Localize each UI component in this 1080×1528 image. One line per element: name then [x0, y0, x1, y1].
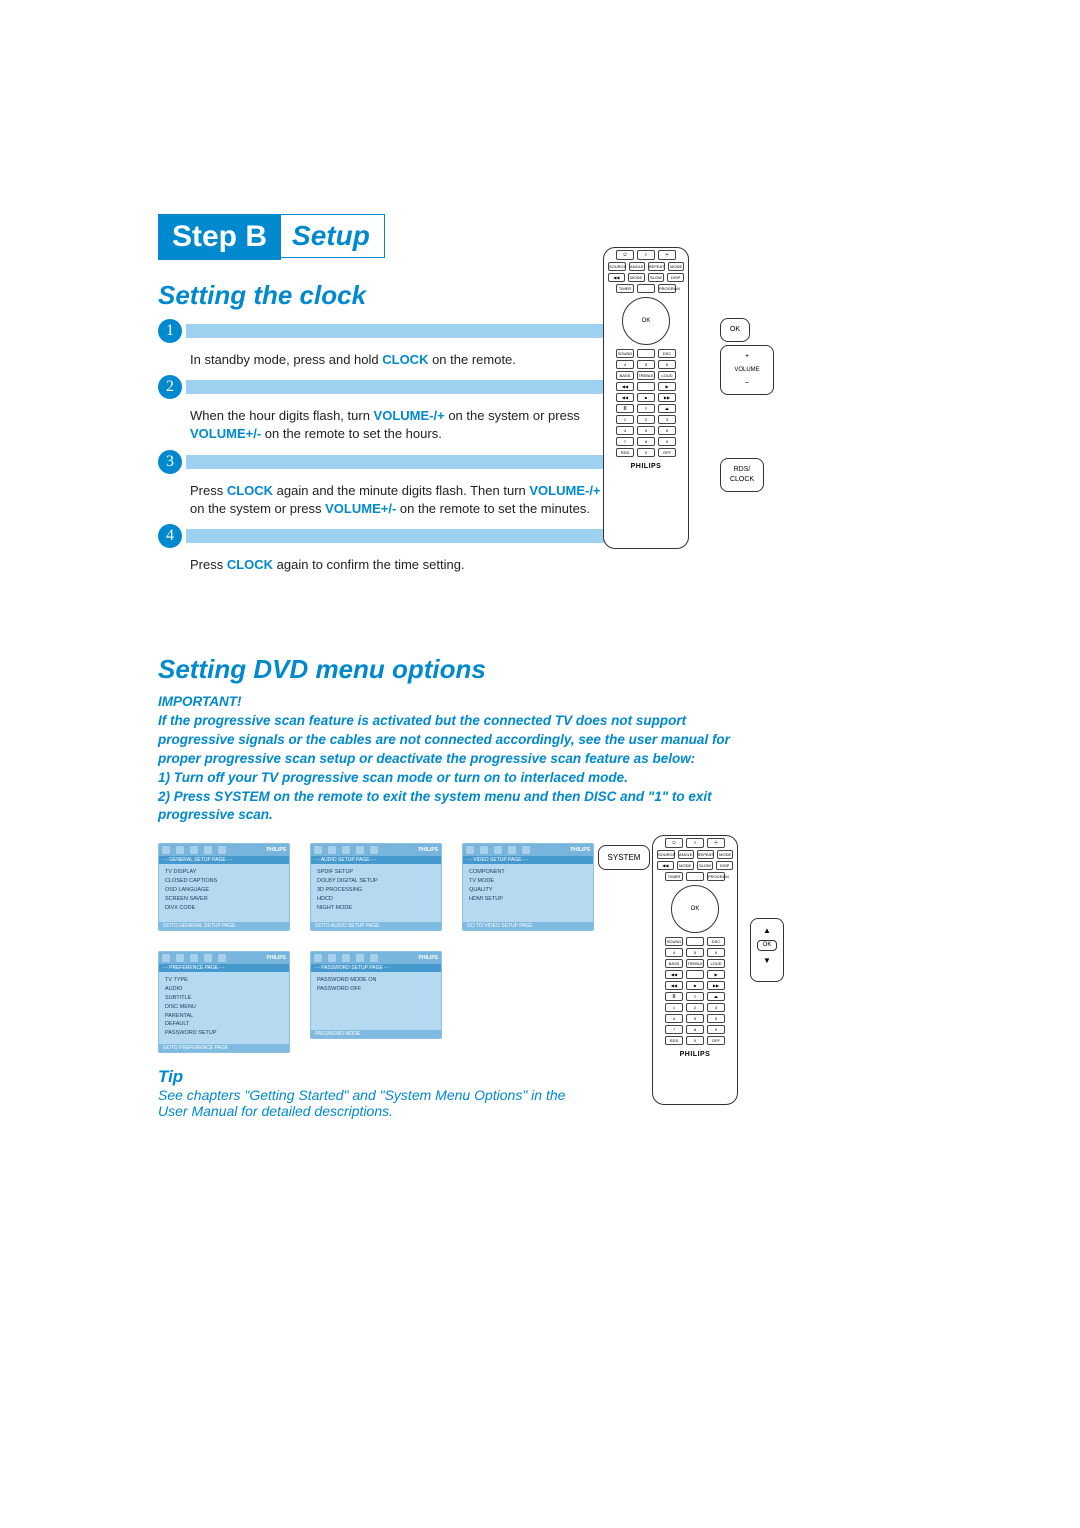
- step-row: 3: [158, 450, 918, 474]
- important-block: IMPORTANT! If the progressive scan featu…: [158, 693, 758, 825]
- volume-minus: –: [725, 378, 769, 388]
- callout-volume: + VOLUME –: [720, 345, 774, 395]
- volume-label: VOLUME: [725, 366, 769, 374]
- step-row: 4: [158, 524, 918, 548]
- step-text: In standby mode, press and hold CLOCK on…: [190, 351, 610, 369]
- step-text: When the hour digits flash, turn VOLUME-…: [190, 407, 610, 443]
- step-number: 2: [158, 375, 182, 399]
- section1-title: Setting the clock: [158, 280, 918, 311]
- step-number: 3: [158, 450, 182, 474]
- callout-dpad-ok: ▲ OK ▼: [750, 918, 784, 982]
- step-bar: [186, 455, 606, 469]
- callout-rds-clock: RDS/ CLOCK: [720, 458, 764, 492]
- menu-screenshots: PHILIPS- - GENERAL SETUP PAGE - -TV DISP…: [158, 843, 598, 1053]
- menu-box: PHILIPS- - PASSWORD SETUP PAGE - -PASSWO…: [310, 951, 442, 1039]
- important-label: IMPORTANT!: [158, 693, 758, 712]
- callout-system: SYSTEM: [598, 845, 650, 870]
- step-bar: [186, 380, 606, 394]
- step-row: 1: [158, 319, 918, 343]
- menu-box: PHILIPS- - GENERAL SETUP PAGE - -TV DISP…: [158, 843, 290, 931]
- step-label-right: Setup: [277, 214, 385, 258]
- step-label-left: Step B: [158, 214, 281, 260]
- ok-label: OK: [757, 940, 777, 950]
- step-text: Press CLOCK again and the minute digits …: [190, 482, 610, 518]
- tip-block: Tip See chapters "Getting Started" and "…: [158, 1067, 918, 1119]
- step-number: 1: [158, 319, 182, 343]
- step-badge: Step BSetup: [158, 214, 385, 260]
- menu-box: PHILIPS- - AUDIO SETUP PAGE - -SPDIF SET…: [310, 843, 442, 931]
- step-text: Press CLOCK again to confirm the time se…: [190, 556, 610, 574]
- step-row: 2: [158, 375, 918, 399]
- menu-box: PHILIPS- - PREFERENCE PAGE - -TV TYPEAUD…: [158, 951, 290, 1053]
- step-number: 4: [158, 524, 182, 548]
- remote-illustration-1: ⏻≡⦿SOURCEANGLEREPEATMODE◀◀MODESLOWDISPTI…: [603, 247, 689, 549]
- tip-title: Tip: [158, 1067, 918, 1087]
- important-body: If the progressive scan feature is activ…: [158, 712, 758, 825]
- step-bar: [186, 324, 606, 338]
- section2-title: Setting DVD menu options: [158, 654, 918, 685]
- callout-ok: OK: [720, 318, 750, 342]
- remote-illustration-2: ⏻≡⦿SOURCEANGLEREPEATMODE◀◀MODESLOWDISPTI…: [652, 835, 738, 1105]
- step-bar: [186, 529, 606, 543]
- tip-body: See chapters "Getting Started" and "Syst…: [158, 1087, 598, 1119]
- menu-box: PHILIPS- - VIDEO SETUP PAGE - -COMPONENT…: [462, 843, 594, 931]
- volume-plus: +: [725, 352, 769, 362]
